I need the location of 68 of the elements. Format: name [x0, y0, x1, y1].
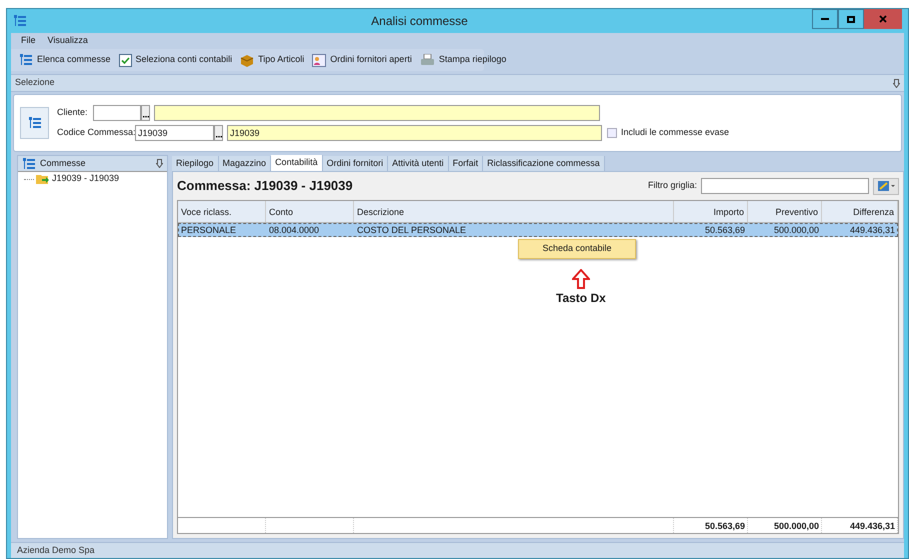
window-title: Analisi commesse — [370, 13, 469, 30]
table-cell-text: 449.436,31 — [848, 224, 896, 236]
total-cell: 50.563,69 — [674, 518, 748, 533]
table-row[interactable]: PERSONALE 08.004.0000 COSTO DEL PERSONALE 50.563,69 500.000,00 449.436,31 — [178, 223, 898, 237]
annotation-text: Tasto Dx — [556, 290, 606, 307]
menu-item[interactable]: File — [21, 34, 36, 48]
input-field[interactable]: J19039 — [227, 125, 602, 141]
grid-options-button[interactable] — [873, 178, 899, 194]
list-icon — [19, 53, 33, 67]
tree-item[interactable]: J19039 - J19039 — [52, 172, 120, 186]
toolbar-button[interactable]: Ordini fornitori aperti — [312, 53, 412, 67]
pin-icon[interactable] — [156, 159, 163, 168]
table-cell-text: 08.004.0000 — [268, 224, 320, 236]
filter-field[interactable] — [701, 178, 869, 194]
tab[interactable]: Magazzino — [218, 156, 272, 171]
grid-icon — [878, 181, 888, 191]
checkbox-icon — [118, 54, 132, 66]
input-field[interactable] — [93, 105, 141, 121]
close-button[interactable] — [864, 9, 902, 29]
panel-title: Commesse — [40, 156, 86, 170]
column-header[interactable]: Descrizione — [354, 201, 674, 222]
include-checkbox[interactable] — [607, 128, 617, 138]
toolbar-button[interactable]: Tipo Articoli — [240, 53, 304, 67]
app-icon — [13, 14, 27, 28]
table-cell-text: 500.000,00 — [772, 224, 820, 236]
total-cell: 449.436,31 — [822, 518, 898, 533]
column-header[interactable]: Differenza — [822, 201, 898, 222]
field-label: Filtro griglia: — [648, 179, 697, 192]
field-label: Cliente: — [57, 106, 89, 120]
context-menu-item[interactable]: Scheda contabile — [518, 239, 636, 259]
toolbar-button[interactable]: Stampa riepilogo — [420, 53, 506, 67]
input-field[interactable]: J19039 — [135, 125, 214, 141]
column-header[interactable]: Voce riclass. — [178, 201, 266, 222]
tab[interactable]: Contabilità — [271, 155, 323, 171]
column-header[interactable]: Importo — [674, 201, 748, 222]
checkbox-label: Includi le commesse evase — [621, 126, 730, 140]
select-button[interactable] — [20, 107, 49, 139]
browse-button[interactable] — [141, 105, 150, 121]
column-header[interactable]: Preventivo — [748, 201, 822, 222]
list-icon — [28, 116, 42, 130]
menu-item[interactable]: Visualizza — [48, 34, 88, 48]
table-cell-text: COSTO DEL PERSONALE — [356, 224, 468, 236]
input-field[interactable] — [154, 105, 600, 121]
list-icon — [22, 156, 36, 170]
box-icon — [240, 54, 254, 66]
toolbar-button[interactable]: Elenca commesse — [19, 53, 111, 67]
column-header[interactable]: Conto — [266, 201, 354, 222]
arrow-up-icon — [572, 269, 590, 289]
person-card-icon — [312, 54, 326, 66]
field-label: Codice Commessa: — [57, 126, 135, 140]
status-text: Azienda Demo Spa — [17, 544, 95, 557]
tab[interactable]: Riepilogo — [172, 156, 219, 171]
tab[interactable]: Riclassificazione commessa — [483, 156, 605, 171]
section-heading: Commessa: J19039 - J19039 — [177, 177, 354, 196]
toolbar-button[interactable]: Seleziona conti contabili — [118, 53, 232, 67]
close-icon — [879, 15, 887, 23]
total-cell: 500.000,00 — [748, 518, 822, 533]
panel-title: Selezione — [15, 76, 55, 90]
folder-icon — [36, 173, 50, 185]
tab[interactable]: Forfait — [448, 156, 484, 171]
browse-button[interactable] — [214, 125, 223, 141]
tab[interactable]: Attività utenti — [388, 156, 449, 171]
printer-icon — [420, 54, 435, 66]
minimize-button[interactable] — [812, 9, 838, 29]
pin-icon[interactable] — [893, 78, 900, 88]
tab[interactable]: Ordini fornitori — [322, 156, 388, 171]
table-cell-text: PERSONALE — [180, 224, 238, 236]
table-cell-text: 50.563,69 — [704, 224, 746, 236]
